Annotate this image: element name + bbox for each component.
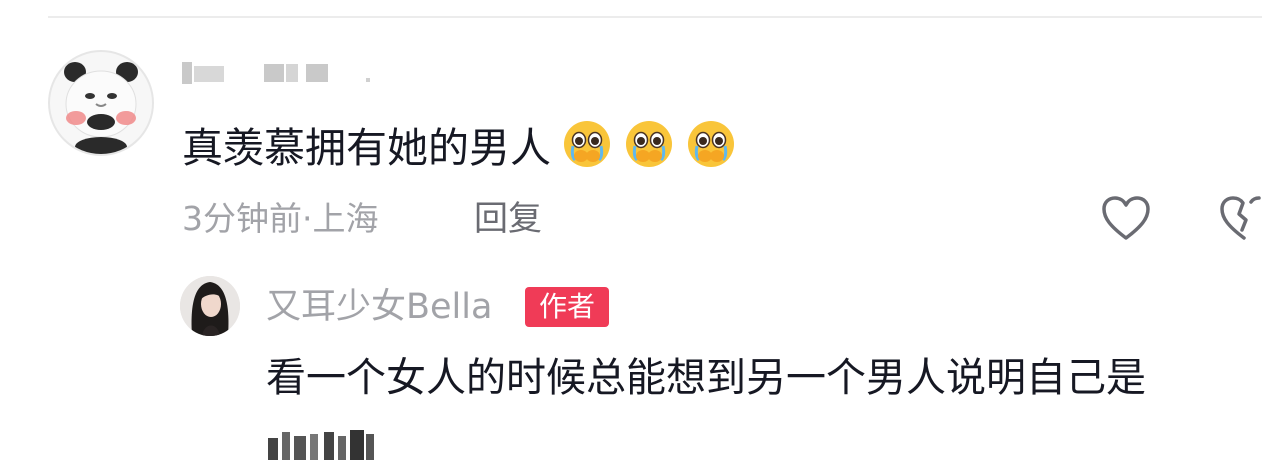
comment-location: 上海 [312, 199, 379, 238]
author-badge: 作者 [525, 287, 609, 327]
comment-text: 真羡慕拥有她的男人 [182, 118, 737, 176]
pleading-face-icon [626, 121, 672, 167]
top-divider [48, 16, 1262, 18]
author-username[interactable]: 又耳少女Bella [266, 284, 492, 330]
comment-body: 真羡慕拥有她的男人 [182, 124, 551, 172]
reply-text: 看一个女人的时候总能想到另一个男人说明自己是 [266, 355, 1146, 401]
pleading-face-icon [564, 121, 610, 167]
pleading-face-icon [688, 121, 734, 167]
heart-icon[interactable] [1100, 194, 1152, 242]
broken-heart-icon[interactable] [1218, 194, 1262, 242]
commenter-name-redacted [182, 60, 372, 84]
comment-meta: 3分钟前·上海 [182, 196, 379, 242]
woman-portrait-avatar-icon [180, 276, 240, 336]
comment-time: 3分钟前 [182, 199, 302, 238]
reply-text-cutoff-redacted [266, 420, 386, 460]
panda-meme-avatar-icon [51, 53, 151, 154]
author-avatar[interactable] [180, 276, 240, 336]
reply-button[interactable]: 回复 [474, 196, 542, 242]
meta-separator: · [302, 199, 313, 238]
commenter-avatar[interactable] [48, 50, 154, 156]
